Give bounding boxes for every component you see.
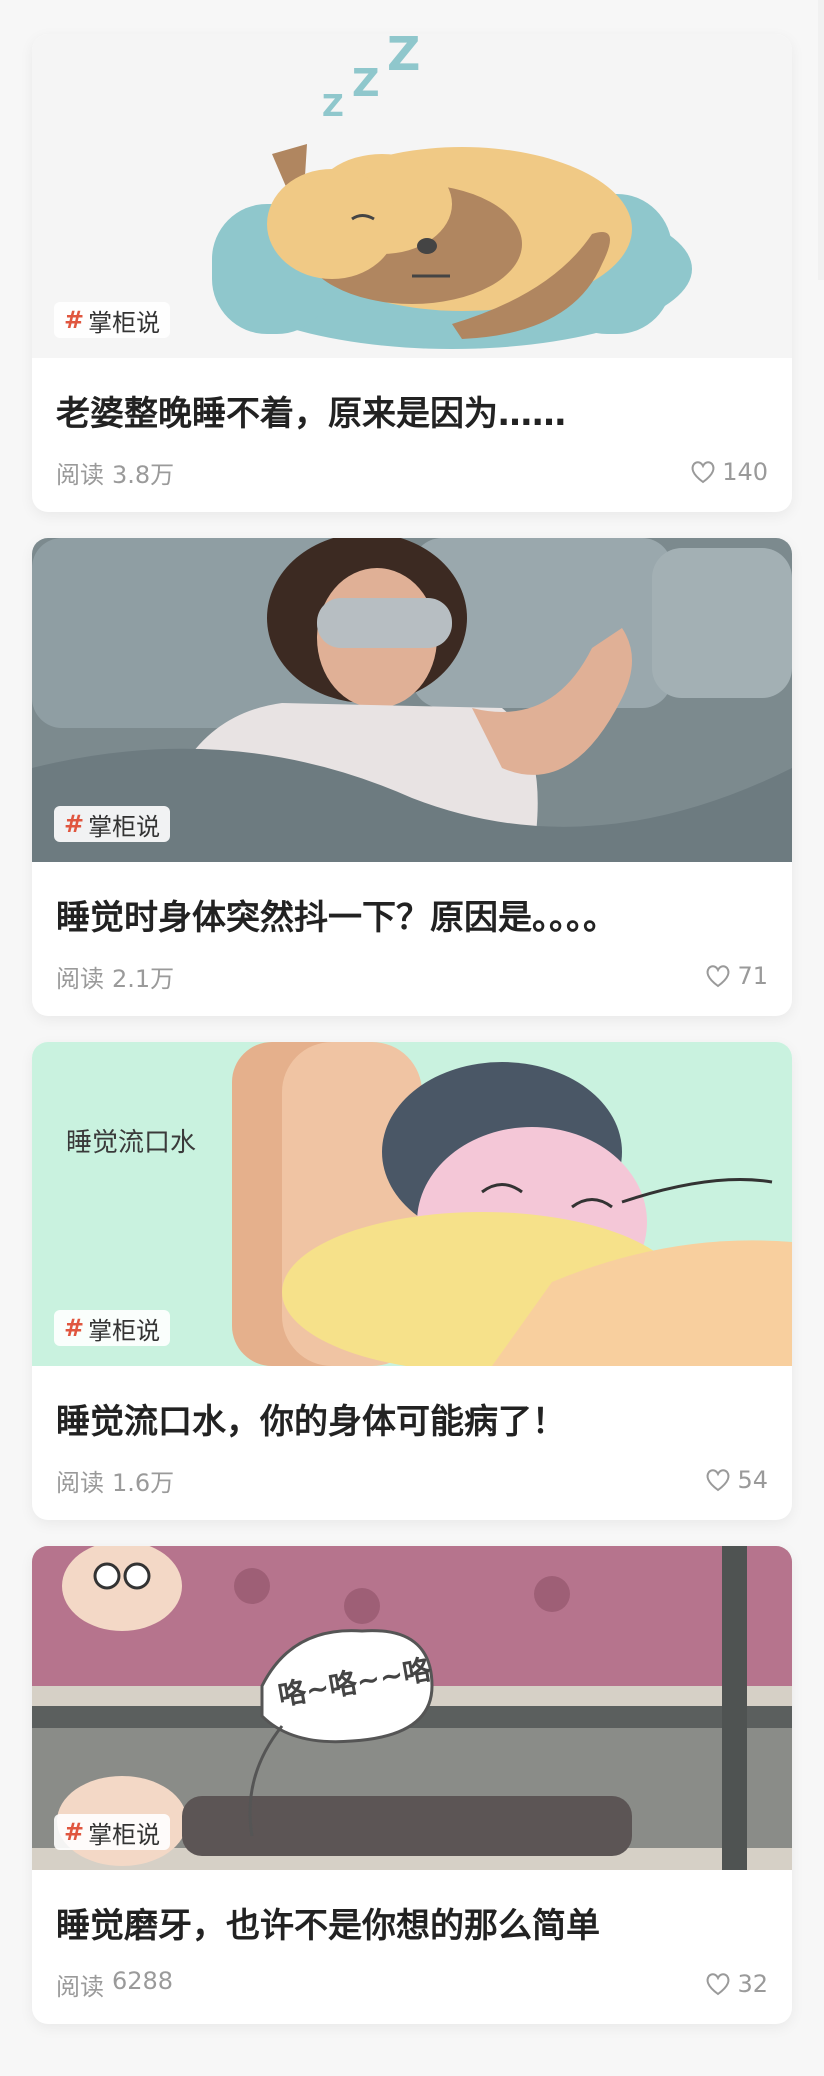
heart-outline-icon <box>705 1972 731 1996</box>
topic-tag[interactable]: # 掌柜说 <box>54 806 171 842</box>
topic-tag-label: 掌柜说 <box>88 308 161 337</box>
like-button[interactable]: 140 <box>690 458 768 486</box>
heart-outline-icon <box>705 964 731 988</box>
read-value: 1.6万 <box>112 1468 175 1497</box>
read-count: 阅读 3.8万 <box>56 455 174 490</box>
article-meta: 阅读 2.1万 71 <box>56 958 768 994</box>
article-card[interactable]: 咯~咯~~咯 # 掌柜说 睡觉磨牙，也许不是你想的那么简单 阅读 6288 32 <box>32 1546 792 2024</box>
like-count: 32 <box>737 1970 768 1998</box>
heart-outline-icon <box>705 1468 731 1492</box>
topic-tag-label: 掌柜说 <box>88 1316 161 1345</box>
topic-tag-label: 掌柜说 <box>88 812 161 841</box>
article-thumbnail[interactable]: Z Z Z # 掌柜说 <box>32 34 792 358</box>
article-card[interactable]: 睡觉流口水 # 掌柜说 睡觉流口水，你的身体可能病了！ 阅读 1.6万 54 <box>32 1042 792 1520</box>
like-button[interactable]: 32 <box>705 1970 768 1998</box>
like-count: 71 <box>737 962 768 990</box>
article-meta: 阅读 6288 32 <box>56 1966 768 2002</box>
topic-tag[interactable]: # 掌柜说 <box>54 302 171 338</box>
read-count: 阅读 1.6万 <box>56 1463 174 1498</box>
like-button[interactable]: 54 <box>705 1466 768 1494</box>
like-button[interactable]: 71 <box>705 962 768 990</box>
hash-icon: # <box>64 306 85 334</box>
heart-outline-icon <box>690 460 716 484</box>
svg-text:Z: Z <box>352 61 380 105</box>
read-value: 2.1万 <box>112 964 175 993</box>
read-value: 3.8万 <box>112 460 175 489</box>
article-title[interactable]: 睡觉时身体突然抖一下？原因是。。。。 <box>56 890 768 939</box>
article-meta: 阅读 1.6万 54 <box>56 1462 768 1498</box>
article-title[interactable]: 睡觉流口水，你的身体可能病了！ <box>56 1394 768 1443</box>
read-count: 阅读 6288 <box>56 1967 173 2002</box>
read-label: 阅读 <box>56 1972 104 2001</box>
scrollbar[interactable] <box>818 0 824 280</box>
article-card[interactable]: Z Z Z # 掌柜说 老婆整晚睡不着，原来是因为…… 阅读 3.8万 140 <box>32 34 792 512</box>
hash-icon: # <box>64 1314 85 1342</box>
article-title[interactable]: 睡觉磨牙，也许不是你想的那么简单 <box>56 1898 768 1947</box>
read-label: 阅读 <box>56 460 104 489</box>
read-value: 6288 <box>112 1966 174 1995</box>
article-title[interactable]: 老婆整晚睡不着，原来是因为…… <box>56 386 768 435</box>
article-meta: 阅读 3.8万 140 <box>56 454 768 490</box>
article-thumbnail[interactable]: # 掌柜说 <box>32 538 792 862</box>
read-label: 阅读 <box>56 964 104 993</box>
svg-text:Z: Z <box>322 89 344 124</box>
article-thumbnail[interactable]: 咯~咯~~咯 # 掌柜说 <box>32 1546 792 1870</box>
article-card[interactable]: # 掌柜说 睡觉时身体突然抖一下？原因是。。。。 阅读 2.1万 71 <box>32 538 792 1016</box>
article-feed: Z Z Z # 掌柜说 老婆整晚睡不着，原来是因为…… 阅读 3.8万 140 … <box>0 0 824 2076</box>
topic-tag[interactable]: # 掌柜说 <box>54 1814 171 1850</box>
svg-text:Z: Z <box>387 34 420 81</box>
hash-icon: # <box>64 810 85 838</box>
read-count: 阅读 2.1万 <box>56 959 174 994</box>
read-label: 阅读 <box>56 1468 104 1497</box>
topic-tag-label: 掌柜说 <box>88 1820 161 1849</box>
like-count: 54 <box>737 1466 768 1494</box>
like-count: 140 <box>722 458 768 486</box>
hash-icon: # <box>64 1818 85 1846</box>
topic-tag[interactable]: # 掌柜说 <box>54 1310 171 1346</box>
article-thumbnail[interactable]: 睡觉流口水 # 掌柜说 <box>32 1042 792 1366</box>
image-caption: 睡觉流口水 <box>66 1128 197 1158</box>
